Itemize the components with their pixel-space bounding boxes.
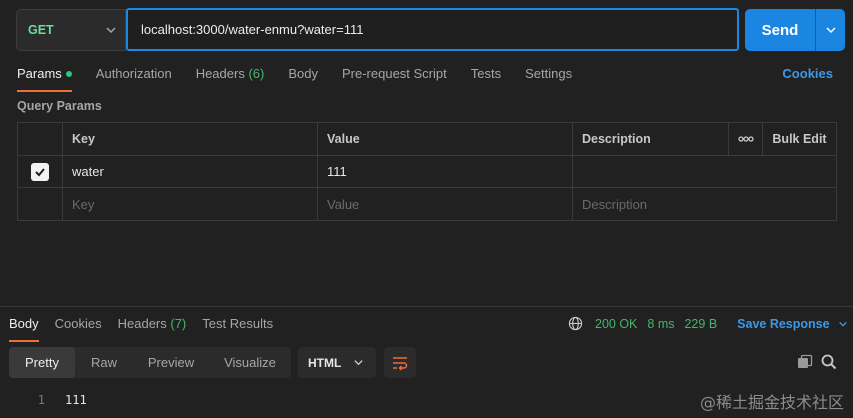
tab-label: Pre-request Script: [341, 66, 447, 81]
save-response-button[interactable]: Save Response: [737, 317, 847, 331]
chevron-down-icon: [838, 321, 847, 327]
response-status-bar: 200 OK 8 ms 229 B Save Response: [568, 316, 848, 331]
tab-label: Authorization: [95, 66, 172, 81]
cookies-link[interactable]: Cookies: [782, 66, 833, 81]
view-pretty[interactable]: Pretty: [9, 347, 75, 378]
response-time[interactable]: 8 ms: [647, 317, 674, 331]
tab-response-body[interactable]: Body: [9, 316, 39, 342]
more-horizontal-icon: [737, 136, 754, 142]
save-response-label: Save Response: [737, 316, 830, 331]
format-select[interactable]: HTML: [298, 347, 376, 378]
view-visualize[interactable]: Visualize: [209, 347, 291, 378]
tab-label: Test Results: [202, 316, 274, 331]
params-active-dot: [65, 70, 72, 77]
status-code[interactable]: 200 OK: [595, 317, 637, 331]
row-check-cell: [18, 188, 63, 220]
chevron-down-icon: [354, 360, 363, 366]
param-value-cell[interactable]: 111: [318, 156, 573, 187]
send-button[interactable]: Send: [745, 9, 815, 51]
method-label: GET: [28, 23, 54, 37]
tab-authorization[interactable]: Authorization: [96, 66, 172, 90]
tab-label: Body: [9, 316, 39, 331]
view-mode-selector: Pretty Raw Preview Visualize: [9, 347, 291, 378]
table-row: water 111: [18, 156, 836, 188]
response-size[interactable]: 229 B: [684, 317, 717, 331]
view-preview[interactable]: Preview: [133, 347, 209, 378]
tab-label: Settings: [525, 66, 573, 81]
more-options-button[interactable]: [729, 123, 763, 155]
tab-label: Params: [17, 66, 62, 81]
pane-divider[interactable]: [0, 306, 853, 307]
table-header-row: Key Value Description Bulk Edit: [18, 123, 836, 156]
line-content: 111: [65, 393, 87, 407]
new-key-input[interactable]: Key: [63, 188, 318, 220]
view-raw[interactable]: Raw: [75, 347, 133, 378]
param-key-cell[interactable]: water: [63, 156, 318, 187]
row-check-cell: [18, 156, 63, 187]
query-params-title: Query Params: [17, 99, 102, 113]
tab-label: Body: [288, 66, 318, 81]
table-row: Key Value Description: [18, 188, 836, 220]
header-check-cell: [18, 123, 63, 155]
request-bar: GET localhost:3000/water-enmu?water=111 …: [16, 8, 845, 51]
tab-pre-request-script[interactable]: Pre-request Script: [342, 66, 447, 90]
tab-test-results[interactable]: Test Results: [202, 316, 273, 340]
tab-params[interactable]: Params: [17, 66, 72, 92]
tab-headers[interactable]: Headers (6): [196, 66, 265, 90]
wrap-lines-icon: [393, 356, 408, 371]
send-options-button[interactable]: [815, 9, 845, 51]
response-headers-count: (7): [170, 316, 187, 331]
header-description: Description: [573, 123, 729, 155]
search-icon[interactable]: [821, 354, 837, 370]
param-description-cell[interactable]: [573, 156, 836, 187]
params-table: Key Value Description Bulk Edit water 11…: [17, 122, 837, 221]
tab-label: Cookies: [54, 316, 102, 331]
tab-label: Tests: [470, 66, 502, 81]
header-value: Value: [318, 123, 573, 155]
header-key: Key: [63, 123, 318, 155]
new-value-input[interactable]: Value: [318, 188, 573, 220]
wrap-lines-button[interactable]: [384, 347, 416, 378]
chevron-down-icon: [106, 27, 116, 34]
tab-label: Headers: [195, 66, 245, 81]
copy-icon[interactable]: [797, 354, 813, 370]
tab-response-cookies[interactable]: Cookies: [55, 316, 102, 340]
method-select[interactable]: GET: [16, 9, 126, 51]
param-checkbox[interactable]: [31, 162, 49, 181]
bulk-edit-button[interactable]: Bulk Edit: [763, 123, 836, 155]
watermark-text: @稀土掘金技术社区: [699, 393, 844, 412]
tab-settings[interactable]: Settings: [525, 66, 572, 90]
tab-tests[interactable]: Tests: [471, 66, 501, 90]
tab-response-headers[interactable]: Headers (7): [118, 316, 187, 340]
checkmark-icon: [35, 167, 45, 176]
chevron-down-icon: [825, 27, 836, 34]
format-label: HTML: [308, 355, 342, 370]
globe-icon[interactable]: [568, 316, 583, 331]
tab-label: Headers: [117, 316, 167, 331]
new-description-input[interactable]: Description: [573, 188, 836, 220]
tab-body[interactable]: Body: [288, 66, 318, 90]
response-tabs: Body Cookies Headers (7) Test Results: [9, 316, 289, 342]
headers-count: (6): [248, 66, 265, 81]
url-input[interactable]: localhost:3000/water-enmu?water=111: [126, 8, 739, 51]
request-tabs: Params Authorization Headers (6) Body Pr…: [17, 66, 596, 92]
line-number: 1: [37, 393, 45, 407]
